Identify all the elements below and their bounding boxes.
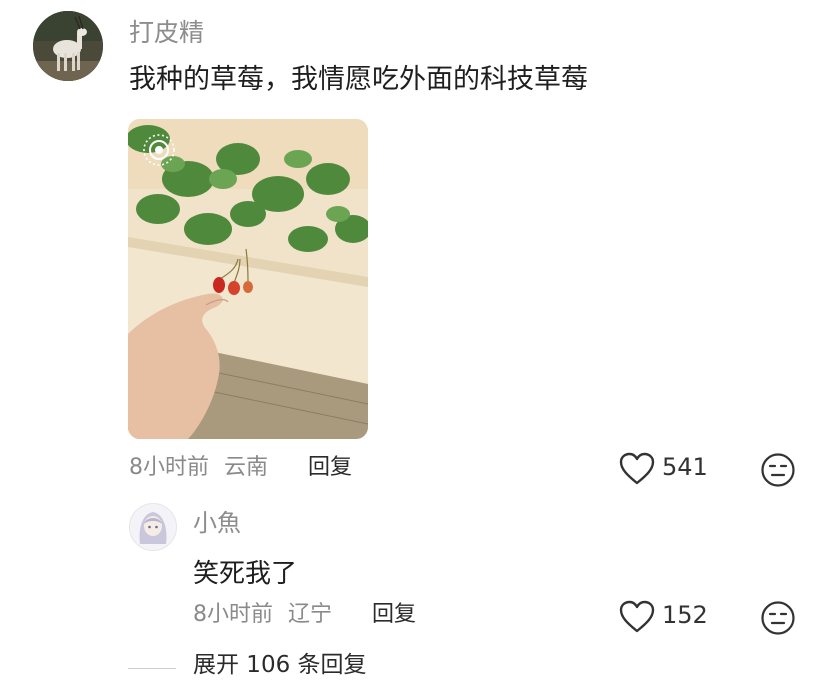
reply-location: 辽宁 bbox=[288, 602, 333, 627]
reply-text: 笑死我了 bbox=[193, 559, 298, 589]
reply-reply-button[interactable]: 回复 bbox=[372, 604, 416, 626]
reply-meta: 8小时前 辽宁 bbox=[193, 604, 332, 626]
reply-username[interactable]: 小魚 bbox=[193, 511, 241, 535]
comment-time: 8小时前 bbox=[129, 455, 209, 480]
comment-text: 我种的草莓，我情愿吃外面的科技草莓 bbox=[129, 64, 588, 95]
comment-photo[interactable] bbox=[128, 119, 368, 439]
heart-outline-icon[interactable] bbox=[619, 452, 655, 486]
meh-face-icon[interactable] bbox=[760, 452, 796, 488]
meh-face-icon[interactable] bbox=[760, 600, 796, 636]
comment-username[interactable]: 打皮精 bbox=[129, 20, 204, 45]
antelope-avatar-image bbox=[33, 11, 103, 81]
live-photo-icon[interactable] bbox=[142, 133, 176, 167]
comment-like-count: 541 bbox=[662, 453, 708, 481]
comment-location: 云南 bbox=[224, 455, 269, 480]
heart-outline-icon[interactable] bbox=[619, 600, 655, 634]
expand-divider bbox=[128, 668, 176, 669]
expand-replies-button[interactable]: 展开 106 条回复 bbox=[193, 654, 367, 677]
reply-like-count: 152 bbox=[662, 601, 708, 629]
reply-time: 8小时前 bbox=[193, 602, 273, 627]
avatar[interactable] bbox=[33, 11, 103, 81]
anime-girl-avatar-image bbox=[130, 504, 176, 550]
reply-avatar[interactable] bbox=[129, 503, 177, 551]
comment-meta: 8小时前 云南 bbox=[129, 457, 268, 479]
comment-reply-button[interactable]: 回复 bbox=[308, 457, 352, 479]
strawberry-plant-photo bbox=[128, 119, 368, 439]
